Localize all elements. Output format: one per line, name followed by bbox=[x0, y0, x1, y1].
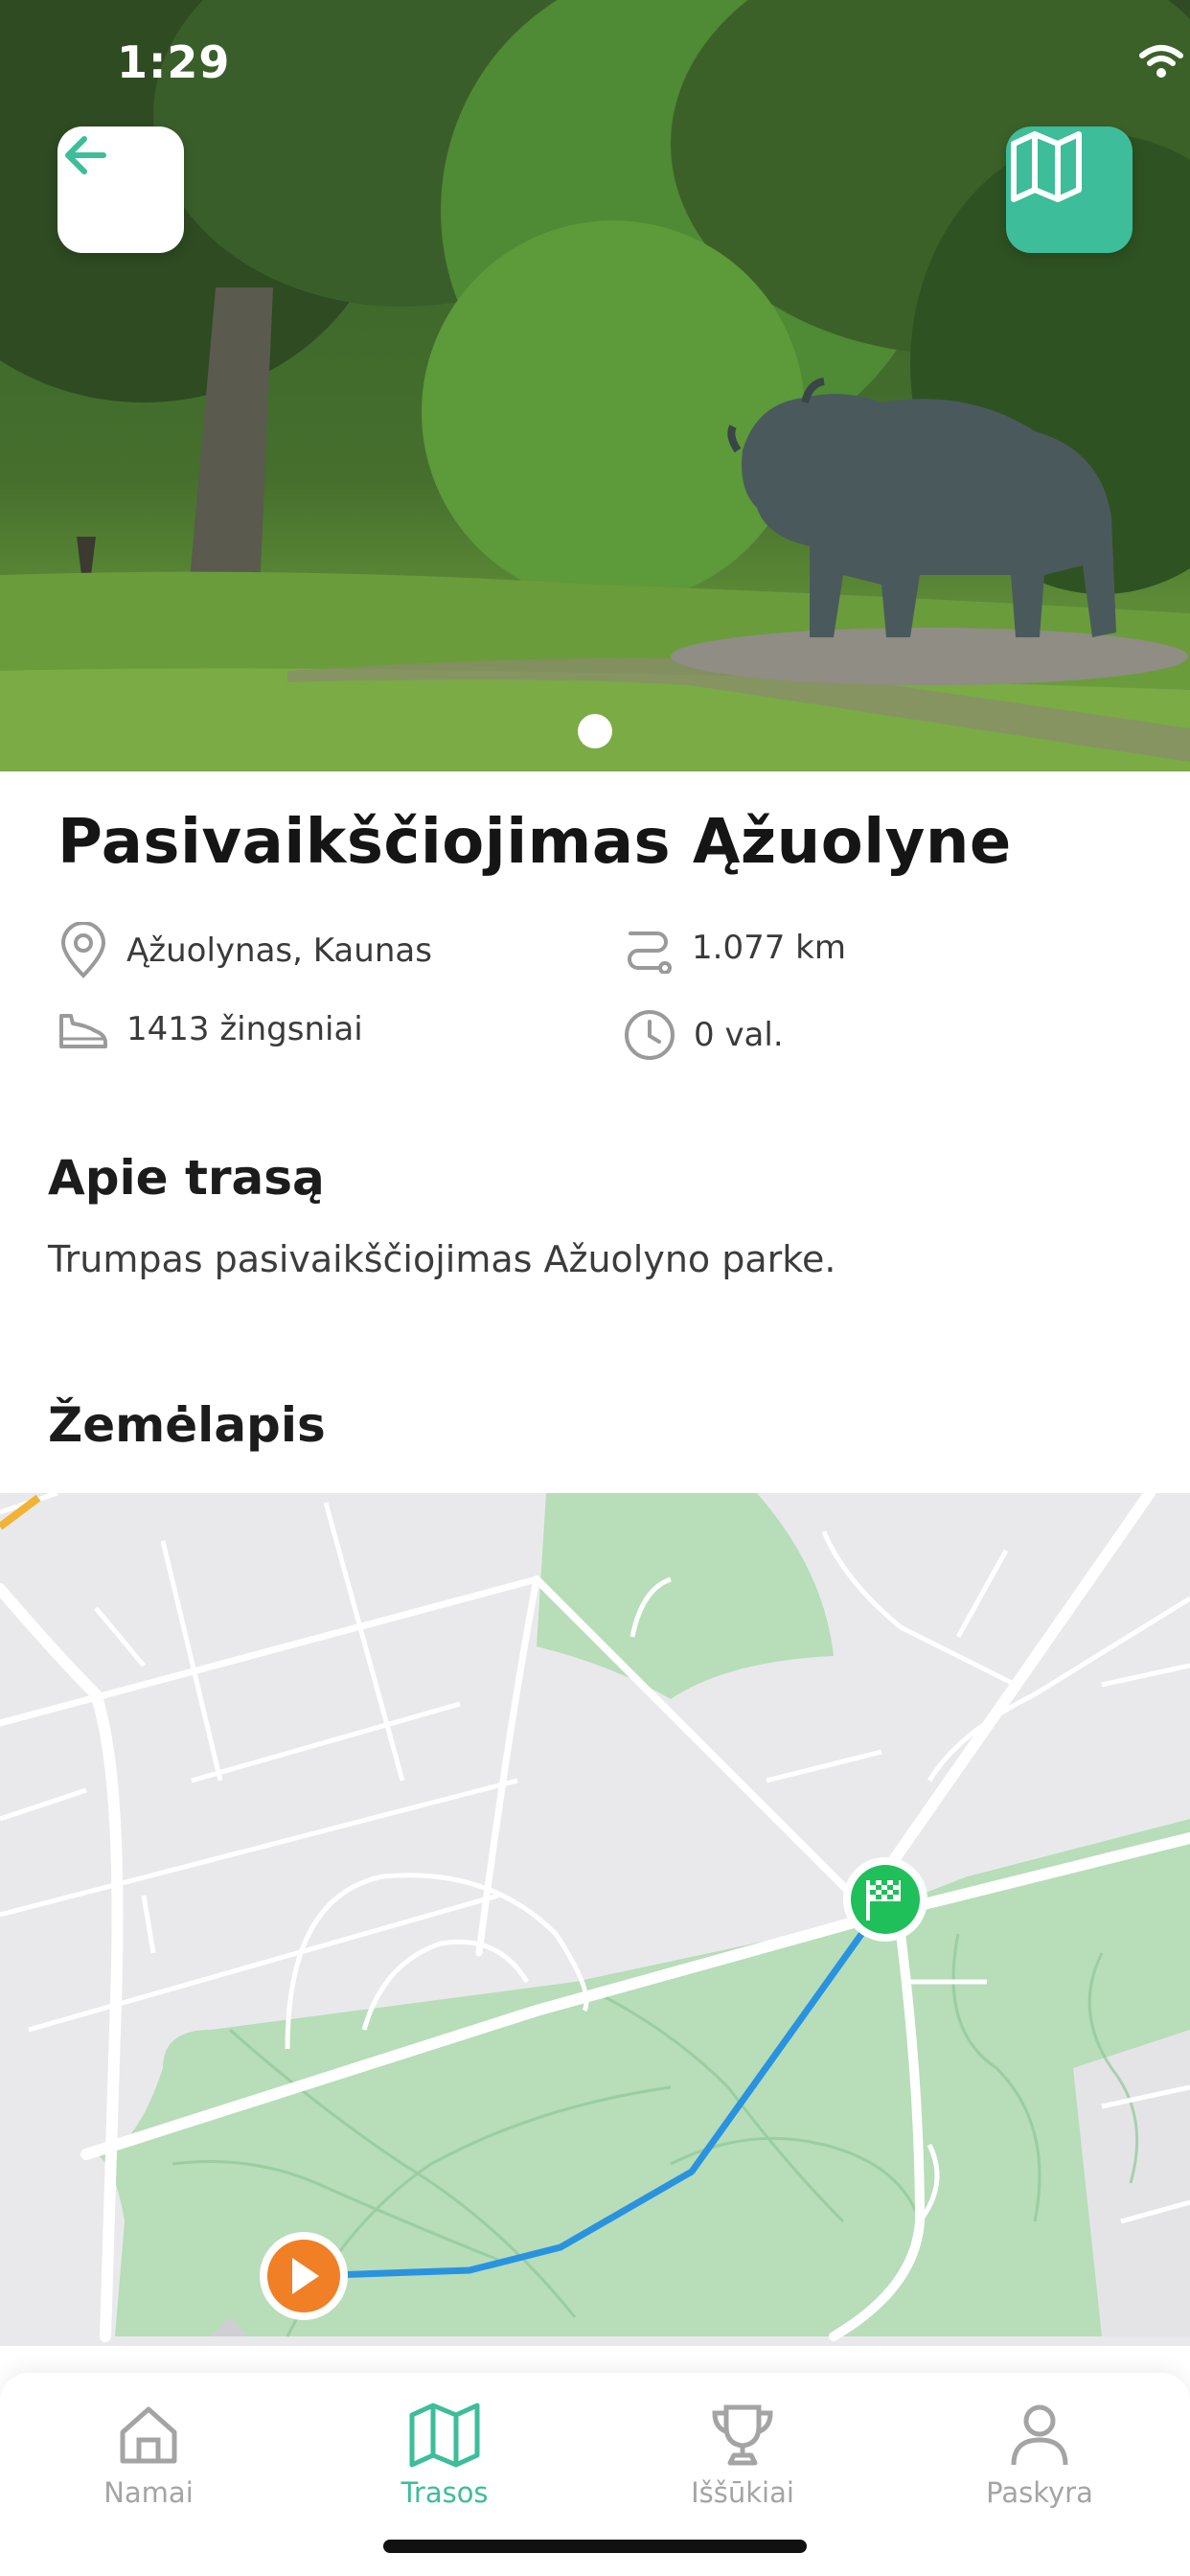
home-icon bbox=[120, 2406, 177, 2464]
clock-icon bbox=[625, 1010, 675, 1060]
arrow-left-icon bbox=[65, 136, 106, 174]
map-icon bbox=[409, 2403, 480, 2468]
route-title: Pasivaikščiojimas Ąžuolyne bbox=[57, 807, 1012, 878]
route-duration-text: 0 val. bbox=[694, 1016, 784, 1054]
route-steps-text: 1413 žingsniai bbox=[126, 1010, 363, 1048]
tab-account[interactable]: Paskyra bbox=[944, 2402, 1135, 2526]
location-pin-icon bbox=[60, 922, 106, 978]
wifi-icon bbox=[1139, 45, 1183, 78]
park-photo bbox=[0, 0, 1190, 771]
status-time: 1:29 bbox=[117, 36, 231, 88]
map-canvas bbox=[0, 1493, 1190, 2342]
tab-account-label: Paskyra bbox=[986, 2476, 1093, 2509]
finish-marker[interactable] bbox=[843, 1857, 927, 1942]
route-location: Ąžuolynas, Kaunas bbox=[57, 922, 432, 979]
map-view-button[interactable] bbox=[1006, 126, 1133, 253]
back-button[interactable] bbox=[57, 126, 184, 253]
tab-routes[interactable]: Trasos bbox=[349, 2402, 540, 2526]
map-icon bbox=[1011, 131, 1082, 202]
map-heading: Žemėlapis bbox=[48, 1397, 326, 1453]
route-location-text: Ąžuolynas, Kaunas bbox=[126, 932, 432, 970]
route-map[interactable] bbox=[0, 1493, 1190, 2346]
tab-routes-label: Trasos bbox=[400, 2476, 489, 2509]
person-icon bbox=[1011, 2404, 1068, 2466]
trophy-icon bbox=[712, 2404, 773, 2466]
park-area-oakwood bbox=[0, 1819, 1190, 2336]
route-path-icon bbox=[628, 932, 672, 974]
tab-home[interactable]: Namai bbox=[53, 2402, 244, 2526]
route-duration: 0 val. bbox=[623, 1008, 784, 1062]
carousel-page-indicator bbox=[578, 714, 612, 748]
route-distance: 1.077 km bbox=[623, 922, 846, 974]
about-description: Trumpas pasivaikščiojimas Ažuolyno parke… bbox=[48, 1238, 836, 1280]
tab-home-label: Namai bbox=[103, 2476, 194, 2509]
tab-challenges-label: Iššūkiai bbox=[691, 2476, 794, 2509]
park-area-north bbox=[537, 1493, 834, 1699]
home-indicator bbox=[383, 2540, 807, 2553]
tab-challenges[interactable]: Iššūkiai bbox=[647, 2402, 838, 2526]
route-distance-text: 1.077 km bbox=[692, 929, 846, 967]
shoe-icon bbox=[59, 1014, 107, 1048]
about-heading: Apie trasą bbox=[48, 1150, 325, 1206]
route-steps: 1413 žingsniai bbox=[57, 1008, 363, 1050]
hero-image[interactable]: 1:29 bbox=[0, 0, 1190, 771]
start-marker[interactable] bbox=[260, 2232, 348, 2320]
